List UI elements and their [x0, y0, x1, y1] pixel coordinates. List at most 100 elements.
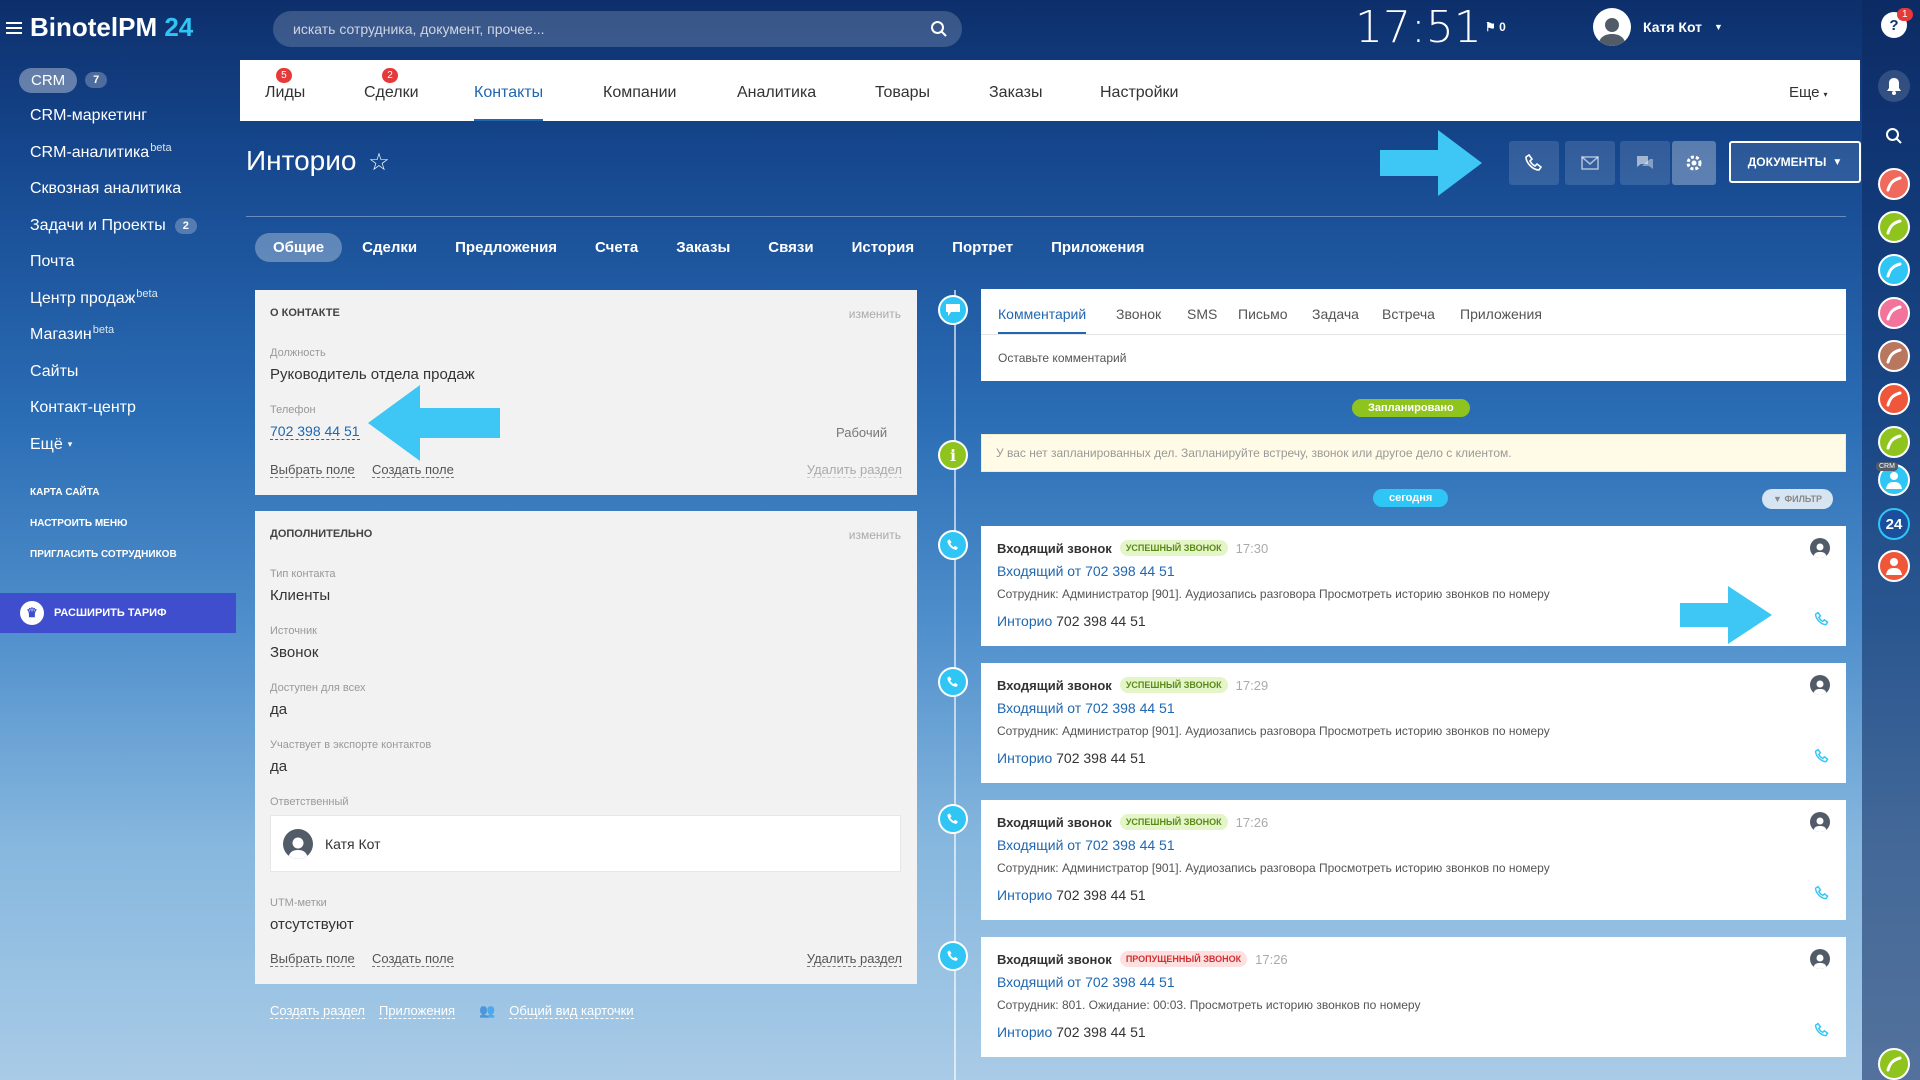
search-icon[interactable]: [930, 20, 948, 38]
menu-item-crm-analytics[interactable]: CRM-аналитика beta: [0, 135, 238, 172]
app-logo[interactable]: BinotelPM 24: [6, 12, 193, 43]
rail-call-button[interactable]: [1878, 426, 1910, 458]
contact-link[interactable]: Инторио: [997, 1024, 1052, 1040]
call-time: 17:26: [1235, 814, 1269, 830]
create-field-link[interactable]: Создать поле: [372, 462, 454, 478]
notifications-button[interactable]: [1878, 70, 1910, 102]
rail-call-button[interactable]: [1878, 383, 1910, 415]
select-field-link[interactable]: Выбрать поле: [270, 462, 355, 478]
rail-call-button[interactable]: [1878, 254, 1910, 286]
editor-tab-sms[interactable]: SMS: [1187, 306, 1217, 322]
upgrade-plan-button[interactable]: ♛ РАСШИРИТЬ ТАРИФ: [0, 593, 236, 633]
configure-menu-link[interactable]: НАСТРОИТЬ МЕНЮ: [0, 508, 238, 539]
editor-tab-comment[interactable]: Комментарий: [998, 306, 1087, 334]
call-link[interactable]: Входящий от 702 398 44 51: [997, 700, 1175, 716]
menu-icon[interactable]: [6, 19, 22, 37]
subtab-relations[interactable]: Связи: [750, 233, 831, 262]
flag-counter[interactable]: ⚑ 0: [1485, 20, 1506, 34]
menu-item-more[interactable]: Ещё ▾: [0, 427, 238, 464]
menu-item-end-to-end-analytics[interactable]: Сквозная аналитика: [0, 171, 238, 208]
menu-item-contact-center[interactable]: Контакт-центр: [0, 390, 238, 427]
tab-settings[interactable]: Настройки: [1100, 84, 1178, 102]
editor-tab-apps[interactable]: Приложения: [1460, 306, 1542, 322]
rail-search-button[interactable]: [1878, 120, 1910, 152]
rail-call-button[interactable]: [1878, 211, 1910, 243]
menu-item-mail[interactable]: Почта: [0, 244, 238, 281]
bitrix-24-button[interactable]: 24: [1878, 508, 1910, 540]
delete-section-link[interactable]: Удалить раздел: [806, 951, 902, 967]
contact-link[interactable]: Инторио: [997, 750, 1052, 766]
call-link[interactable]: Входящий от 702 398 44 51: [997, 974, 1175, 990]
menu-item-crm-marketing[interactable]: CRM-маркетинг: [0, 98, 238, 135]
contact-link[interactable]: Инторио: [997, 887, 1052, 903]
editor-tab-task[interactable]: Задача: [1312, 306, 1359, 322]
tab-deals[interactable]: 2 Сделки: [364, 68, 419, 102]
search-input[interactable]: искать сотрудника, документ, прочее...: [273, 11, 962, 47]
rail-call-button[interactable]: [1878, 1048, 1910, 1080]
subtab-portrait[interactable]: Портрет: [934, 233, 1031, 262]
call-back-icon[interactable]: [1814, 885, 1830, 901]
chat-icon: [1637, 156, 1653, 169]
menu-item-shop[interactable]: Магазин beta: [0, 317, 238, 354]
rail-call-button[interactable]: [1878, 168, 1910, 200]
subtab-general[interactable]: Общие: [255, 233, 343, 262]
call-back-icon[interactable]: [1814, 611, 1830, 627]
settings-button[interactable]: [1672, 141, 1716, 185]
clock[interactable]: 17:51: [1355, 2, 1482, 53]
filter-button[interactable]: ▼ ФИЛЬТР: [1762, 489, 1833, 509]
editor-tab-meeting[interactable]: Встреча: [1382, 306, 1435, 322]
tab-leads[interactable]: 5 Лиды: [265, 68, 305, 102]
subtab-history[interactable]: История: [834, 233, 933, 262]
phone-icon: [1886, 305, 1902, 321]
rail-call-button[interactable]: [1878, 340, 1910, 372]
chat-button[interactable]: [1620, 141, 1670, 185]
subtab-invoices[interactable]: Счета: [577, 233, 656, 262]
call-description: Сотрудник: Администратор [901]. Аудиозап…: [997, 724, 1550, 738]
edit-section-link[interactable]: изменить: [849, 307, 901, 321]
edit-section-link[interactable]: изменить: [849, 528, 901, 542]
subtab-deals[interactable]: Сделки: [344, 233, 435, 262]
search-placeholder: искать сотрудника, документ, прочее...: [293, 21, 545, 37]
rail-call-button[interactable]: [1878, 297, 1910, 329]
tab-more[interactable]: Еще ▾: [1789, 84, 1828, 101]
menu-item-sites[interactable]: Сайты: [0, 354, 238, 391]
phone-link[interactable]: 702 398 44 51: [270, 423, 360, 440]
star-icon[interactable]: ☆: [368, 149, 390, 176]
create-field-link[interactable]: Создать поле: [372, 951, 454, 967]
tab-companies[interactable]: Компании: [603, 84, 677, 102]
call-link[interactable]: Входящий от 702 398 44 51: [997, 563, 1175, 579]
email-button[interactable]: [1565, 141, 1615, 185]
subtab-orders[interactable]: Заказы: [658, 233, 748, 262]
delete-section-link[interactable]: Удалить раздел: [806, 462, 902, 478]
invite-users-link[interactable]: ПРИГЛАСИТЬ СОТРУДНИКОВ: [0, 539, 238, 570]
call-contact: Инторио 702 398 44 51: [997, 1024, 1146, 1040]
create-section-link[interactable]: Создать раздел: [270, 1003, 365, 1019]
menu-item-crm[interactable]: CRM 7: [0, 62, 238, 98]
call-button[interactable]: [1509, 141, 1559, 185]
comment-input[interactable]: Оставьте комментарий: [998, 351, 1126, 365]
user-avatar: [1593, 8, 1631, 46]
common-view-link[interactable]: Общий вид карточки: [509, 1003, 634, 1019]
menu-item-tasks[interactable]: Задачи и Проекты 2: [0, 208, 238, 245]
menu-item-sales-center[interactable]: Центр продаж beta: [0, 281, 238, 318]
applications-link[interactable]: Приложения: [378, 1003, 456, 1019]
tab-analytics[interactable]: Аналитика: [737, 84, 816, 102]
contact-link[interactable]: Инторио: [997, 613, 1052, 629]
call-back-icon[interactable]: [1814, 1022, 1830, 1038]
call-item: Входящий звонок ПРОПУЩЕННЫЙ ЗВОНОК 17:26 Вх…: [981, 937, 1846, 1057]
documents-button[interactable]: ДОКУМЕНТЫ ▼: [1729, 141, 1861, 183]
subtab-apps[interactable]: Приложения: [1033, 233, 1162, 262]
call-link[interactable]: Входящий от 702 398 44 51: [997, 837, 1175, 853]
select-field-link[interactable]: Выбрать поле: [270, 951, 355, 967]
editor-tab-call[interactable]: Звонок: [1116, 306, 1161, 322]
responsible-user[interactable]: Катя Кот: [270, 815, 901, 872]
user-menu[interactable]: Катя Кот ▼: [1593, 8, 1723, 46]
editor-tab-email[interactable]: Письмо: [1238, 306, 1288, 322]
tab-products[interactable]: Товары: [875, 84, 930, 102]
tab-orders[interactable]: Заказы: [989, 84, 1042, 102]
call-back-icon[interactable]: [1814, 748, 1830, 764]
tab-contacts[interactable]: Контакты: [474, 84, 544, 121]
sitemap-link[interactable]: КАРТА САЙТА: [0, 477, 238, 508]
subtab-quotes[interactable]: Предложения: [437, 233, 575, 262]
rail-user-button[interactable]: [1878, 550, 1910, 582]
